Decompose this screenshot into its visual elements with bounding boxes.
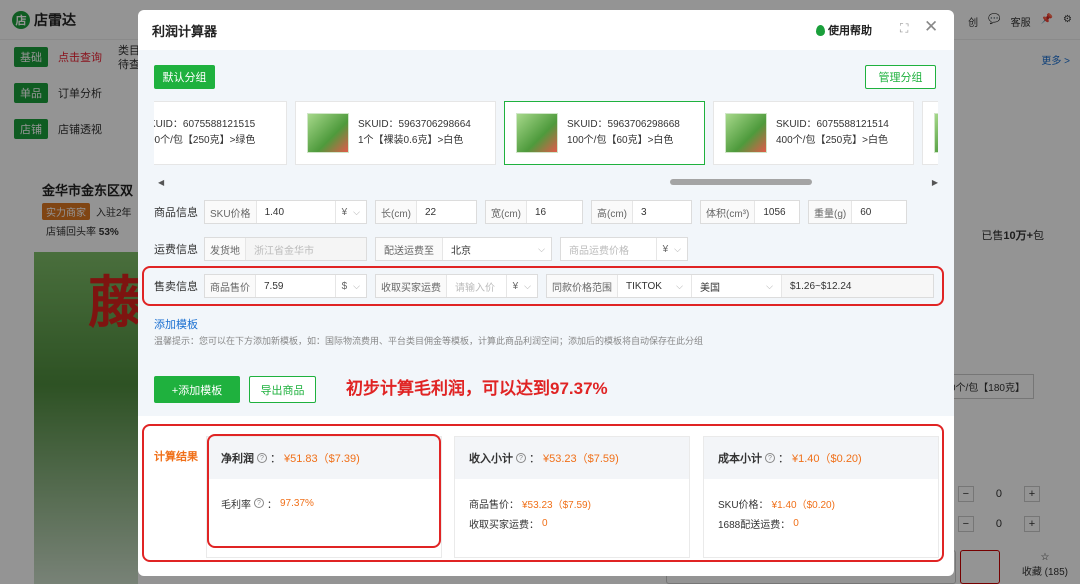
sku-carousel: KUID：6075588121515 00个/包【250克】>绿色 SKUID：… (154, 101, 938, 165)
field-label: SKU价格 (205, 201, 257, 223)
width-field: 宽(cm) 16 (485, 200, 583, 224)
product-freight-input[interactable]: 商品运费价格 (561, 238, 656, 260)
help-link[interactable]: 使用帮助 (816, 22, 872, 38)
sku-spec: 1个【裸装0.6克】>白色 (358, 135, 464, 146)
height-input[interactable]: 3 (633, 201, 655, 223)
sku-text: SKUID：6075588121514 400个/包【250克】>白色 (776, 117, 889, 149)
row-label: 运费信息 (154, 244, 198, 256)
chevron-down-icon: ⌵ (674, 243, 681, 254)
origin-field: 发货地 浙江省金华市 (204, 237, 367, 261)
sku-card[interactable]: SKUID：6075588121514 400个/包【250克】>白色 (713, 101, 914, 165)
field-label: 配送运费至 (376, 238, 443, 260)
default-group-button[interactable]: 默认分组 (154, 65, 215, 89)
sku-card[interactable] (922, 101, 938, 165)
origin-input: 浙江省金华市 (254, 245, 314, 257)
help-label: 使用帮助 (828, 25, 872, 37)
currency-label: ¥ (341, 206, 348, 218)
sku-id: KUID：6075588121515 (154, 119, 256, 130)
highlight-box (142, 424, 944, 562)
sku-spec: 00个/包【250克】>绿色 (154, 135, 256, 146)
sku-spec: 400个/包【250克】>白色 (776, 135, 888, 146)
sku-text: KUID：6075588121515 00个/包【250克】>绿色 (154, 117, 255, 149)
scroll-thumb[interactable] (670, 179, 812, 185)
tip-text: 温馨提示：您可以在下方添加新模板，如：国际物流费用、平台类目佣金等模板，计算此商… (154, 336, 704, 346)
sku-text: SKUID：5963706298668 100个/包【60克】>白色 (567, 117, 680, 149)
weight-input[interactable]: 60 (852, 201, 879, 223)
expand-icon[interactable]: ⛶ (900, 22, 912, 34)
chevron-down-icon: ⌵ (353, 206, 360, 217)
field-label: 体积(cm³) (701, 201, 756, 223)
sku-card[interactable]: SKUID：5963706298664 1个【裸装0.6克】>白色 (295, 101, 496, 165)
scroll-right-icon[interactable]: ▶ (932, 178, 938, 187)
sku-id: SKUID：5963706298664 (358, 119, 471, 130)
volume-input[interactable]: 1056 (755, 201, 793, 223)
field-label: 长(cm) (376, 201, 417, 223)
currency-select[interactable]: ¥ ⌵ (655, 238, 687, 260)
weight-field: 重量(g) 60 (808, 200, 907, 224)
sku-price-field: SKU价格 1.40 ¥ ⌵ (204, 200, 367, 224)
sku-card-selected[interactable]: SKUID：5963706298668 100个/包【60克】>白色 (504, 101, 705, 165)
sku-id: SKUID：6075588121514 (776, 119, 889, 130)
row-label: 商品信息 (154, 207, 198, 219)
field-label: 宽(cm) (486, 201, 527, 223)
carousel-scrollbar[interactable]: ◀ ▶ (154, 178, 938, 187)
highlight-box (142, 266, 944, 306)
currency-label: ¥ (662, 243, 669, 255)
sku-price-input[interactable]: 1.40 (257, 201, 335, 223)
sku-thumbnail (307, 113, 349, 153)
sku-thumbnail (725, 113, 767, 153)
width-input[interactable]: 16 (527, 201, 554, 223)
sku-text: SKUID：5963706298664 1个【裸装0.6克】>白色 (358, 117, 471, 149)
manage-group-button[interactable]: 管理分组 (865, 65, 936, 89)
height-field: 高(cm) 3 (591, 200, 692, 224)
length-field: 长(cm) 22 (375, 200, 477, 224)
product-info-row: 商品信息 SKU价格 1.40 ¥ ⌵ 长(cm) 22 宽(cm) 16 高(c… (154, 200, 915, 224)
destination-field: 配送运费至 北京 ⌵ (375, 237, 552, 261)
sku-id: SKUID：5963706298668 (567, 119, 680, 130)
field-label: 重量(g) (809, 201, 853, 223)
product-freight-field: 商品运费价格 ¥ ⌵ (560, 237, 688, 261)
scroll-left-icon[interactable]: ◀ (158, 178, 164, 187)
modal-title: 利润计算器 (152, 23, 218, 39)
chevron-down-icon[interactable]: ⌵ (538, 244, 551, 255)
export-button[interactable]: 导出商品 (249, 376, 316, 403)
length-input[interactable]: 22 (417, 201, 444, 223)
shipping-info-row: 运费信息 发货地 浙江省金华市 配送运费至 北京 ⌵ 商品运费价格 ¥ ⌵ (154, 237, 696, 261)
currency-select[interactable]: ¥ ⌵ (334, 201, 366, 223)
annotation-text: 初步计算毛利润，可以达到97.37% (346, 379, 608, 398)
field-label: 高(cm) (592, 201, 633, 223)
sku-thumbnail (934, 113, 938, 153)
sku-spec: 100个/包【60克】>白色 (567, 135, 674, 146)
close-icon[interactable]: ✕ (924, 18, 938, 36)
volume-field: 体积(cm³) 1056 (700, 200, 800, 224)
destination-select[interactable]: 北京 (443, 238, 538, 260)
field-label: 发货地 (205, 238, 246, 260)
location-pin-icon (816, 24, 825, 36)
sku-card[interactable]: KUID：6075588121515 00个/包【250克】>绿色 (154, 101, 287, 165)
sku-thumbnail (516, 113, 558, 153)
scroll-track[interactable] (166, 179, 926, 185)
add-template-button[interactable]: +添加模板 (154, 376, 240, 403)
profit-calculator-modal: 利润计算器 使用帮助 ⛶ ✕ 默认分组 管理分组 KUID：6075588121… (138, 10, 954, 576)
add-template-link[interactable]: 添加模板 (154, 316, 198, 332)
